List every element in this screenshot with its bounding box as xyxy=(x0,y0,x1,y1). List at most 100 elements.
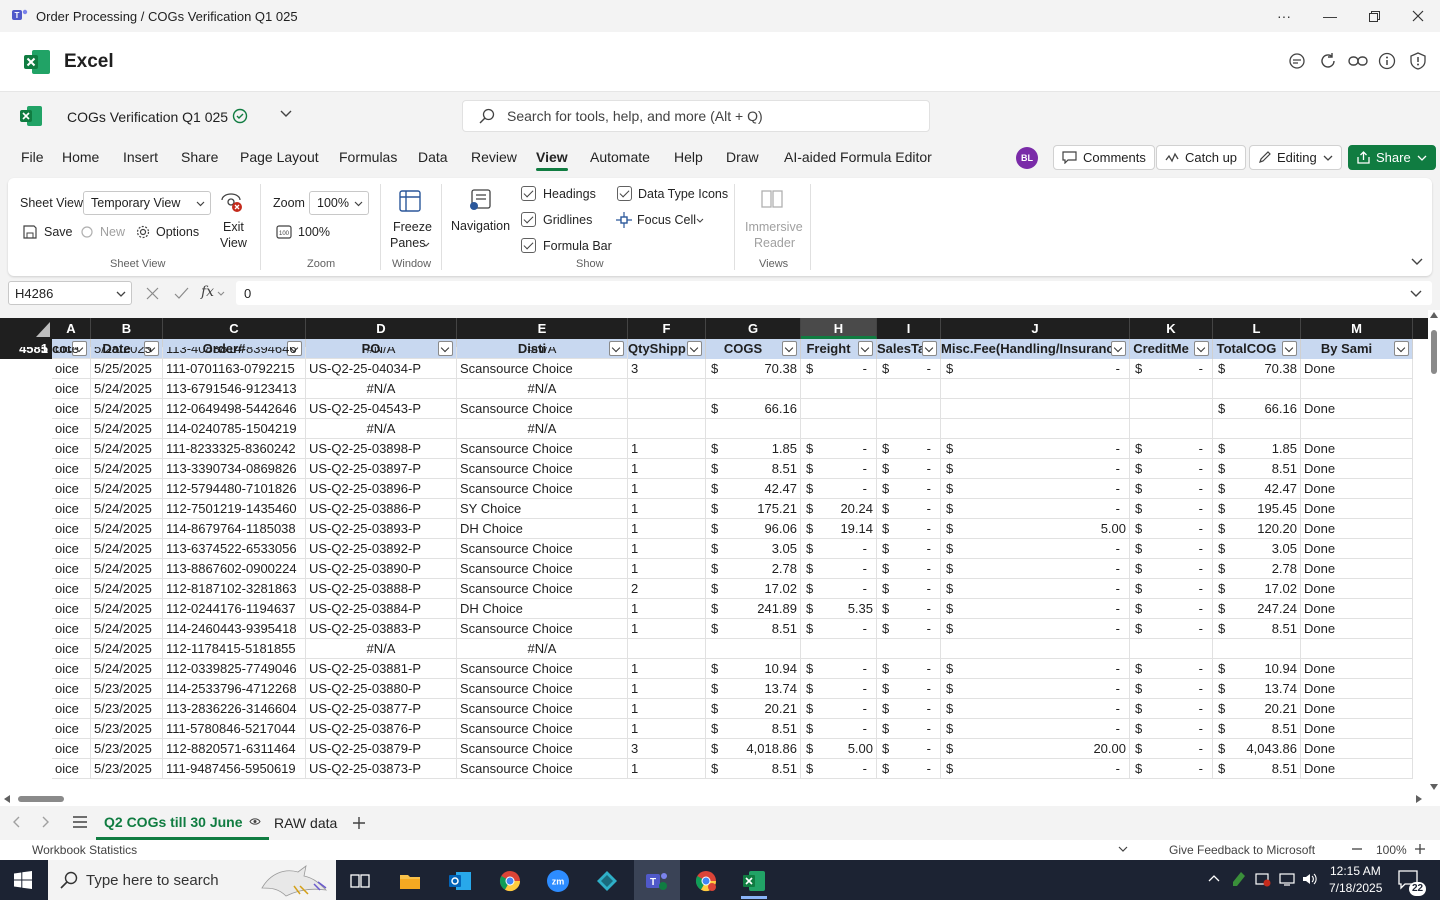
teams-app-icon[interactable]: T xyxy=(640,864,674,898)
vertical-scrollbar[interactable] xyxy=(1428,310,1440,792)
options-button[interactable]: Options xyxy=(156,225,199,239)
cell[interactable]: Scansource Choice xyxy=(457,439,628,459)
menu-view[interactable]: View xyxy=(536,149,568,171)
cell[interactable]: oice xyxy=(52,639,91,659)
gridlines-checkbox[interactable] xyxy=(521,212,536,227)
zoom-100-button[interactable]: 100% xyxy=(298,225,330,239)
cell[interactable] xyxy=(941,379,1130,399)
more-icon[interactable]: ··· xyxy=(1262,0,1306,32)
cell[interactable]: $ - xyxy=(941,499,1130,519)
cell[interactable] xyxy=(941,419,1130,439)
cell[interactable]: oice xyxy=(52,719,91,739)
cell[interactable]: 5/24/2025 xyxy=(91,439,163,459)
filter-dropdown-icon[interactable] xyxy=(687,341,702,356)
tray-chevron-up-icon[interactable] xyxy=(1208,874,1220,882)
cell[interactable]: 112-8187102-3281863 xyxy=(163,579,306,599)
menu-help[interactable]: Help xyxy=(674,149,703,165)
cell[interactable]: $ - xyxy=(877,559,941,579)
row-header[interactable]: 4586 xyxy=(0,359,52,379)
cell[interactable]: 112-0244176-1194637 xyxy=(163,599,306,619)
cell[interactable]: 5/24/2025 xyxy=(91,579,163,599)
cell[interactable]: Scansource Choice xyxy=(457,619,628,639)
cell[interactable]: 113-8867602-0900224 xyxy=(163,559,306,579)
row-header[interactable]: 4602 xyxy=(0,679,52,699)
cell[interactable]: US-Q2-25-03876-P xyxy=(306,719,457,739)
filter-dropdown-icon[interactable] xyxy=(858,341,873,356)
cell[interactable]: Done xyxy=(1301,699,1413,719)
horizontal-scroll-thumb[interactable] xyxy=(18,796,64,802)
cell[interactable]: #N/A xyxy=(306,347,457,359)
cell[interactable] xyxy=(1130,419,1213,439)
row-header[interactable]: 4591 xyxy=(0,459,52,479)
cell[interactable]: Done xyxy=(1301,619,1413,639)
cell[interactable]: 5/24/2025 xyxy=(91,399,163,419)
cell[interactable]: $2.78 xyxy=(706,559,801,579)
menu-formulas[interactable]: Formulas xyxy=(339,149,397,165)
cell[interactable]: $ - xyxy=(1130,679,1213,699)
cell[interactable]: $ - xyxy=(877,679,941,699)
cell[interactable]: 5/25/2025 xyxy=(91,347,163,359)
cell[interactable]: 5/24/2025 xyxy=(91,619,163,639)
cell[interactable]: 5/24/2025 xyxy=(91,379,163,399)
cell[interactable]: 1 xyxy=(628,479,706,499)
cell[interactable]: $19.14 xyxy=(801,519,877,539)
cell[interactable]: oice xyxy=(52,659,91,679)
row-header[interactable]: 4598 xyxy=(0,599,52,619)
clock-time[interactable]: 12:15 AM xyxy=(1330,864,1381,878)
cell[interactable]: $120.20 xyxy=(1213,519,1301,539)
cell[interactable]: $195.45 xyxy=(1213,499,1301,519)
cell[interactable]: $ - xyxy=(877,359,941,379)
cell[interactable]: 111-8233325-8360242 xyxy=(163,439,306,459)
column-header-a[interactable]: A xyxy=(52,318,91,339)
cell[interactable]: US-Q2-25-03880-P xyxy=(306,679,457,699)
cell[interactable]: $3.05 xyxy=(1213,539,1301,559)
tray-status-icon[interactable] xyxy=(1255,871,1271,887)
cell[interactable]: $ - xyxy=(1130,479,1213,499)
outlook-icon[interactable] xyxy=(443,864,477,898)
chevron-down-icon[interactable] xyxy=(217,291,225,296)
feedback-link[interactable]: Give Feedback to Microsoft xyxy=(1169,843,1315,857)
cell[interactable]: $17.02 xyxy=(1213,579,1301,599)
cell[interactable]: 5/23/2025 xyxy=(91,759,163,779)
cell[interactable]: $10.94 xyxy=(706,659,801,679)
cell[interactable]: $ - xyxy=(1130,579,1213,599)
cell[interactable]: Done xyxy=(1301,479,1413,499)
cell[interactable]: $5.35 xyxy=(801,599,877,619)
cell[interactable]: 112-7501219-1435460 xyxy=(163,499,306,519)
cell[interactable]: $ - xyxy=(801,479,877,499)
navigation-button[interactable]: Navigation xyxy=(451,219,510,233)
column-header-h[interactable]: H xyxy=(801,318,877,339)
expand-formula-chevron-icon[interactable] xyxy=(1410,290,1422,297)
cell[interactable]: US-Q2-25-03897-P xyxy=(306,459,457,479)
cell[interactable]: US-Q2-25-03884-P xyxy=(306,599,457,619)
cell[interactable]: 1 xyxy=(628,499,706,519)
zoom-out-icon[interactable] xyxy=(1351,842,1363,856)
scroll-left-icon[interactable] xyxy=(4,795,10,803)
cell[interactable]: $ - xyxy=(801,759,877,779)
minimize-button[interactable]: — xyxy=(1308,0,1352,32)
volume-icon[interactable] xyxy=(1302,872,1318,886)
exit-view-label-1[interactable]: Exit xyxy=(223,220,244,234)
cell[interactable]: $ - xyxy=(877,759,941,779)
cell[interactable]: $8.51 xyxy=(706,719,801,739)
cell[interactable]: #N/A xyxy=(457,347,628,359)
cell[interactable]: Done xyxy=(1301,719,1413,739)
worksheet-grid[interactable]: ABCDEFGHIJKLM 1 4585 4586 4587 4588 4589 4590 4… xyxy=(0,318,1428,792)
cell[interactable]: Done xyxy=(1301,739,1413,759)
cell[interactable]: $ - xyxy=(1130,739,1213,759)
cell[interactable]: oice xyxy=(52,439,91,459)
horizontal-scrollbar[interactable] xyxy=(0,792,1440,806)
cell[interactable]: oice xyxy=(52,599,91,619)
cell[interactable]: 112-0649498-5442646 xyxy=(163,399,306,419)
table-header-h[interactable]: Freight xyxy=(801,339,877,359)
filter-dropdown-icon[interactable] xyxy=(1394,341,1409,356)
cell[interactable]: 5/24/2025 xyxy=(91,499,163,519)
row-header[interactable]: 4596 xyxy=(0,559,52,579)
cell[interactable]: oice xyxy=(52,619,91,639)
name-box[interactable]: H4286 xyxy=(8,281,132,305)
shield-icon[interactable] xyxy=(1409,52,1429,72)
cell[interactable]: $ - xyxy=(1130,359,1213,379)
cell[interactable]: #N/A xyxy=(306,419,457,439)
cell[interactable]: $ - xyxy=(941,579,1130,599)
chevron-down-icon[interactable] xyxy=(1118,846,1128,852)
